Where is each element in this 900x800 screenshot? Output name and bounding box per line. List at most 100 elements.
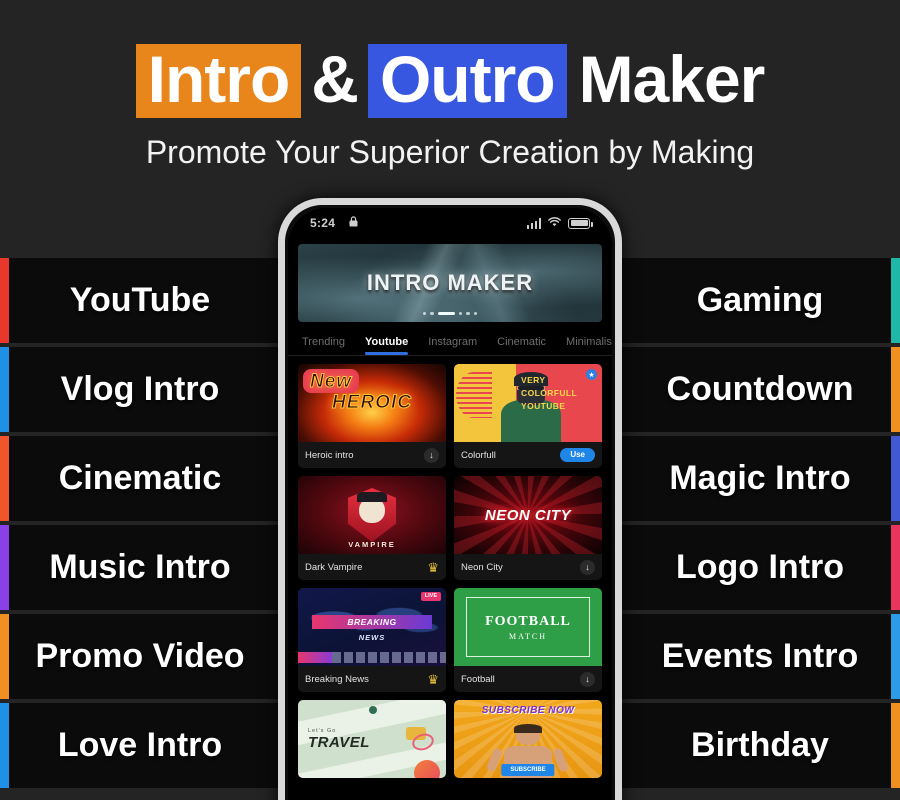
badge-icon: ★ [586,369,597,380]
template-thumbnail[interactable]: VAMPIRE [298,476,446,554]
thumbnail-shape [514,724,542,733]
crown-icon[interactable]: ♛ [427,561,439,574]
download-icon[interactable]: ↓ [580,559,595,575]
status-indicators [526,216,593,230]
download-icon[interactable]: ↓ [424,447,439,463]
art-line-2: TRAVEL [308,734,370,752]
template-thumbnail[interactable]: FOOTBALL MATCH [454,588,602,666]
menu-item-logo-intro[interactable]: Logo Intro [620,525,900,610]
menu-item-events-intro[interactable]: Events Intro [620,614,900,699]
menu-item-label: Music Intro [49,548,231,586]
accent-bar [891,436,900,521]
template-card-colorfull[interactable]: ★ VERY COLORFULL YOUTUBE Colorfull Use [454,364,602,468]
lock-icon [349,216,358,230]
template-thumbnail[interactable]: LIVE BREAKING NEWS [298,588,446,666]
carousel-dot-active[interactable] [437,311,455,315]
template-card-breaking-news[interactable]: LIVE BREAKING NEWS Breaking News ♛ [298,588,446,692]
art-line-1: VERY [521,375,546,385]
template-title: Heroic intro [305,449,354,461]
thumbnail-shape [357,492,387,502]
accent-bar [0,258,9,343]
page-title: Intro & Outro Maker [0,44,900,118]
template-card-heroic[interactable]: New HEROIC Heroic intro ↓ [298,364,446,468]
tab-youtube[interactable]: Youtube [365,336,409,355]
accent-bar [891,258,900,343]
thumbnail-shape [414,760,440,778]
template-card-football[interactable]: FOOTBALL MATCH Football ↓ [454,588,602,692]
menu-item-label: Cinematic [58,459,222,497]
subscribe-button-art: SUBSCRIBE [501,764,555,776]
thumbnail-art-text: VERY COLORFULL YOUTUBE [521,374,598,412]
template-thumbnail[interactable]: NEON CITY [454,476,602,554]
template-card-dark-vampire[interactable]: VAMPIRE Dark Vampire ♛ [298,476,446,580]
thumbnail-art-text: FOOTBALL MATCH [485,614,571,641]
art-line-2: MATCH [508,631,547,641]
template-title: Football [461,673,495,685]
template-title: Neon City [461,561,503,573]
art-line-2: COLORFULL [521,387,578,398]
template-title: Colorfull [461,449,496,461]
tab-cinematic[interactable]: Cinematic [497,336,546,355]
template-thumbnail[interactable]: ★ VERY COLORFULL YOUTUBE [454,364,602,442]
menu-item-vlog-intro[interactable]: Vlog Intro [0,347,280,432]
status-time: 5:24 [310,216,336,230]
card-footer: Football ↓ [454,666,602,692]
menu-item-music-intro[interactable]: Music Intro [0,525,280,610]
tab-trending[interactable]: Trending [302,336,345,355]
menu-item-promo-video[interactable]: Promo Video [0,614,280,699]
card-action[interactable]: ♛ [427,561,439,574]
card-footer: Dark Vampire ♛ [298,554,446,580]
carousel-dot[interactable] [422,311,427,315]
menu-item-youtube[interactable]: YouTube [0,258,280,343]
thumbnail-art-text: SUBSCRIBE NOW [481,705,575,716]
accent-bar [891,347,900,432]
tab-instagram[interactable]: Instagram [428,336,477,355]
phone-mockup: 5:24 INTRO MAKER Trending Youtube Instag… [278,198,622,800]
template-card-subscribe[interactable]: SUBSCRIBE NOW SUBSCRIBE [454,700,602,778]
card-footer: Neon City ↓ [454,554,602,580]
menu-item-countdown[interactable]: Countdown [620,347,900,432]
template-thumbnail[interactable]: Let's Go TRAVEL [298,700,446,778]
card-action[interactable]: ↓ [424,447,439,463]
accent-bar [891,614,900,699]
menu-item-love-intro[interactable]: Love Intro [0,703,280,788]
use-button[interactable]: Use [560,448,595,462]
art-line-1: Let's Go [308,728,337,735]
title-intro: Intro [135,44,302,118]
accent-bar [0,525,9,610]
category-menu-left: YouTube Vlog Intro Cinematic Music Intro… [0,258,280,788]
menu-item-birthday[interactable]: Birthday [620,703,900,788]
carousel-dot[interactable] [458,311,463,315]
menu-item-label: Countdown [666,370,854,408]
thumbnail-shape [348,488,396,542]
card-footer: Heroic intro ↓ [298,442,446,468]
carousel-dots[interactable] [298,311,602,315]
card-action[interactable]: Use [560,448,595,462]
signal-bars-icon [526,217,541,229]
template-thumbnail[interactable]: SUBSCRIBE NOW SUBSCRIBE [454,700,602,778]
hero-banner-carousel[interactable]: INTRO MAKER [298,244,602,322]
download-icon[interactable]: ↓ [580,671,595,687]
accent-bar [0,614,9,699]
carousel-dot[interactable] [473,311,478,315]
carousel-dot[interactable] [466,311,470,315]
thumbnail-art-subtext: NEWS [358,633,386,642]
title-ampersand: & [311,42,359,116]
carousel-dot[interactable] [430,311,434,315]
menu-item-cinematic[interactable]: Cinematic [0,436,280,521]
battery-icon [568,217,593,229]
card-action[interactable]: ↓ [580,671,595,687]
template-card-travel[interactable]: Let's Go TRAVEL [298,700,446,778]
card-action[interactable]: ↓ [580,559,595,575]
menu-item-gaming[interactable]: Gaming [620,258,900,343]
menu-item-magic-intro[interactable]: Magic Intro [620,436,900,521]
accent-bar [0,347,9,432]
tab-minimalistic[interactable]: Minimalis [566,336,612,355]
thumbnail-shape [298,652,446,663]
template-thumbnail[interactable]: New HEROIC [298,364,446,442]
card-action[interactable]: ♛ [427,673,439,686]
thumbnail-art-text: VAMPIRE [348,540,396,549]
accent-bar [0,703,9,788]
template-card-neon-city[interactable]: NEON CITY Neon City ↓ [454,476,602,580]
crown-icon[interactable]: ♛ [427,673,439,686]
